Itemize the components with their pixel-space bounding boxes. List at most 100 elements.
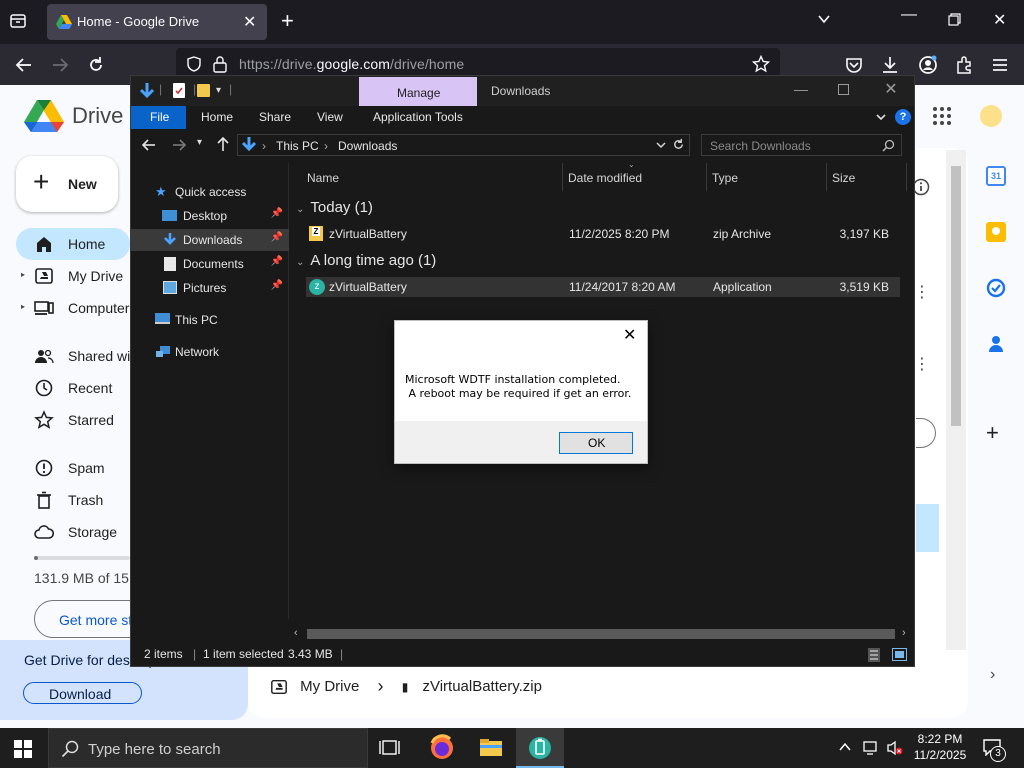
extensions-icon[interactable]	[954, 55, 974, 75]
task-view-button[interactable]	[368, 728, 416, 768]
new-tab-icon[interactable]: +	[281, 8, 294, 34]
manage-context-tab[interactable]: Manage	[359, 77, 477, 107]
close-tab-icon[interactable]: ✕	[243, 12, 256, 32]
tasks-icon[interactable]	[986, 278, 1006, 298]
nav-network[interactable]: Network	[131, 341, 289, 363]
selected-file-row[interactable]	[916, 504, 939, 552]
firefox-taskbar-icon[interactable]	[418, 728, 466, 768]
group-header-today[interactable]: ⌄ Today (1)	[296, 199, 373, 216]
explorer-minimize-icon[interactable]: —	[791, 81, 811, 97]
column-header-name[interactable]: Name	[307, 171, 339, 185]
address-bar[interactable]: › This PC › Downloads	[237, 134, 690, 156]
tab-overview-icon[interactable]	[8, 11, 32, 35]
calendar-icon[interactable]: 31	[986, 166, 1006, 186]
ribbon-tab-view[interactable]: View	[317, 110, 343, 124]
reload-icon[interactable]	[86, 55, 106, 75]
avatar[interactable]	[980, 105, 1002, 127]
tab-list-chevron-icon[interactable]	[816, 11, 832, 27]
url-text[interactable]: https://drive.google.com/drive/home	[239, 56, 464, 72]
nav-desktop[interactable]: Desktop 📌	[131, 205, 289, 227]
large-icons-view-icon[interactable]	[892, 648, 907, 661]
file-more-icon[interactable]: ⋮	[914, 285, 930, 301]
nav-downloads[interactable]: Downloads 📌	[131, 229, 289, 251]
breadcrumb-file[interactable]: zVirtualBattery.zip	[422, 678, 542, 695]
column-header-type[interactable]: Type	[712, 171, 738, 185]
nav-this-pc[interactable]: This PC	[131, 309, 289, 331]
apps-grid-icon[interactable]	[932, 106, 952, 126]
expand-arrow-icon[interactable]: ▸	[21, 302, 25, 311]
file-row[interactable]: Z zVirtualBattery 11/2/2025 8:20 PM zip …	[306, 224, 900, 244]
browser-tab[interactable]: Home - Google Drive ✕	[47, 4, 267, 40]
menu-icon[interactable]	[990, 55, 1010, 75]
nav-quick-access[interactable]: ★ Quick access	[131, 181, 289, 203]
nav-item-shared[interactable]: Shared with me	[16, 340, 165, 372]
nav-item-my-drive[interactable]: ▸ My Drive	[16, 260, 130, 292]
column-divider[interactable]	[826, 163, 827, 191]
nav-pictures[interactable]: Pictures 📌	[131, 277, 289, 299]
pocket-icon[interactable]	[844, 55, 864, 75]
column-header-size[interactable]: Size	[832, 171, 855, 185]
back-arrow-icon[interactable]	[141, 137, 157, 153]
details-view-icon[interactable]	[868, 648, 880, 662]
column-divider[interactable]	[706, 163, 707, 191]
back-arrow-icon[interactable]	[14, 55, 34, 75]
ribbon-tab-share[interactable]: Share	[259, 110, 291, 124]
horizontal-scrollbar[interactable]: ‹ ›	[290, 626, 914, 642]
ribbon-tab-file[interactable]: File	[131, 106, 186, 129]
group-header-long-ago[interactable]: ⌄ A long time ago (1)	[296, 252, 436, 269]
column-divider[interactable]	[906, 163, 907, 191]
breadcrumb-root[interactable]: My Drive	[300, 678, 359, 695]
properties-icon[interactable]	[173, 83, 185, 98]
expand-ribbon-icon[interactable]	[875, 111, 887, 123]
account-icon[interactable]	[918, 55, 938, 75]
column-header-date[interactable]: Date modified	[568, 171, 642, 185]
taskbar-clock[interactable]: 8:22 PM 11/2/2025	[905, 731, 975, 763]
tracking-shield-icon[interactable]	[186, 56, 202, 72]
forward-arrow-icon[interactable]	[171, 137, 187, 153]
help-icon[interactable]: ?	[895, 109, 911, 125]
explorer-maximize-icon[interactable]	[838, 84, 849, 95]
nav-item-recent[interactable]: Recent	[16, 372, 130, 404]
file-more-icon-2[interactable]: ⋮	[914, 357, 930, 373]
volume-muted-icon[interactable]	[886, 740, 904, 756]
nav-item-home[interactable]: Home	[16, 228, 130, 260]
refresh-icon[interactable]	[672, 138, 685, 151]
scroll-right-icon[interactable]: ›	[902, 627, 906, 639]
taskbar-search-box[interactable]: Type here to search	[48, 728, 368, 768]
file-row-selected[interactable]: z zVirtualBattery 11/24/2017 8:20 AM App…	[306, 277, 900, 297]
show-hidden-icons-chevron-icon[interactable]	[838, 740, 852, 754]
nav-item-spam[interactable]: Spam	[16, 452, 130, 484]
nav-documents[interactable]: Documents 📌	[131, 253, 289, 275]
windows-start-icon[interactable]	[14, 740, 32, 758]
add-addon-icon[interactable]: +	[986, 420, 999, 446]
up-arrow-icon[interactable]	[215, 136, 231, 152]
keep-icon[interactable]	[986, 222, 1006, 242]
zvirtualbattery-taskbar-icon[interactable]	[516, 728, 564, 768]
file-explorer-taskbar-icon[interactable]	[467, 728, 515, 768]
nav-item-starred[interactable]: Starred	[16, 404, 130, 436]
horizontal-scrollbar-thumb[interactable]	[307, 629, 895, 639]
page-scrollbar[interactable]	[946, 150, 966, 650]
network-status-icon[interactable]	[862, 740, 880, 756]
contacts-icon[interactable]	[986, 334, 1006, 354]
bookmark-star-icon[interactable]	[752, 55, 770, 73]
expand-panel-icon[interactable]: ›	[990, 666, 995, 684]
nav-item-trash[interactable]: Trash	[16, 484, 130, 516]
scroll-left-icon[interactable]: ‹	[294, 627, 298, 639]
close-window-icon[interactable]: ✕	[993, 10, 1006, 30]
explorer-close-icon[interactable]: ✕	[881, 79, 901, 99]
address-crumb-downloads[interactable]: Downloads	[338, 139, 397, 153]
downloads-icon[interactable]	[880, 55, 900, 75]
ribbon-tab-home[interactable]: Home	[201, 110, 233, 124]
ok-button[interactable]: OK	[559, 432, 633, 454]
recent-locations-icon[interactable]: ▾	[197, 137, 202, 148]
page-scrollbar-thumb[interactable]	[951, 166, 961, 426]
address-history-chevron-icon[interactable]	[656, 140, 666, 150]
dialog-close-icon[interactable]: ✕	[623, 325, 636, 345]
nav-item-computers[interactable]: ▸ Computers	[16, 292, 136, 324]
download-button[interactable]: Download	[23, 682, 142, 704]
new-button[interactable]: + New	[16, 156, 118, 212]
forward-arrow-icon[interactable]	[50, 55, 70, 75]
minimize-icon[interactable]: —	[901, 6, 917, 24]
ribbon-tab-application-tools[interactable]: Application Tools	[373, 110, 463, 124]
